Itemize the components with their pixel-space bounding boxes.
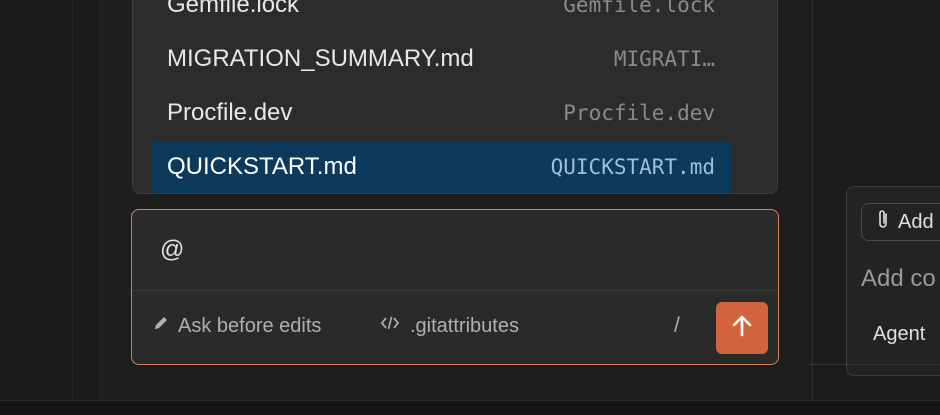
file-option-path: Procfile.dev bbox=[563, 101, 715, 125]
pencil-icon bbox=[152, 314, 170, 338]
activity-bar bbox=[0, 0, 72, 400]
attach-label: Add bbox=[898, 210, 934, 233]
file-option-name: Gemfile.lock bbox=[167, 0, 300, 18]
edit-mode-button[interactable]: Ask before edits bbox=[152, 314, 321, 338]
attach-button[interactable]: Add bbox=[861, 203, 940, 241]
divider bbox=[132, 290, 778, 291]
divider bbox=[72, 0, 73, 400]
file-option[interactable]: Gemfile.lock Gemfile.lock bbox=[151, 0, 731, 31]
message-input[interactable]: @ bbox=[160, 236, 184, 264]
add-context-input[interactable]: Add co bbox=[861, 265, 936, 293]
context-file-button[interactable]: .gitattributes bbox=[380, 314, 519, 338]
file-option-name: QUICKSTART.md bbox=[167, 153, 357, 180]
file-option-path: Gemfile.lock bbox=[563, 0, 715, 17]
file-option-name: Procfile.dev bbox=[167, 99, 293, 126]
file-option[interactable]: Procfile.dev Procfile.dev bbox=[151, 87, 731, 139]
file-option-name: MIGRATION_SUMMARY.md bbox=[167, 45, 474, 72]
agent-label[interactable]: Agent bbox=[873, 323, 925, 346]
file-option-selected[interactable]: QUICKSTART.md QUICKSTART.md bbox=[151, 141, 731, 193]
file-option-path: MIGRATI… bbox=[613, 47, 715, 71]
code-icon bbox=[380, 314, 400, 338]
slash-command-button[interactable]: / bbox=[674, 314, 680, 338]
divider bbox=[810, 364, 940, 365]
side-popover: Add Add co Agent bbox=[846, 186, 940, 376]
file-mention-dropdown: Gemfile.lock Gemfile.lock MIGRATION_SUMM… bbox=[132, 0, 778, 194]
message-composer: @ Ask before edits .gitattributes / bbox=[131, 209, 779, 365]
status-bar bbox=[0, 400, 940, 415]
send-button[interactable] bbox=[716, 302, 768, 354]
edit-mode-label: Ask before edits bbox=[178, 314, 322, 337]
arrow-up-icon bbox=[729, 313, 755, 344]
paperclip-icon bbox=[876, 208, 890, 236]
file-option-path: QUICKSTART.md bbox=[550, 155, 715, 179]
file-option[interactable]: MIGRATION_SUMMARY.md MIGRATI… bbox=[151, 33, 731, 85]
context-file-label: .gitattributes bbox=[410, 314, 519, 337]
